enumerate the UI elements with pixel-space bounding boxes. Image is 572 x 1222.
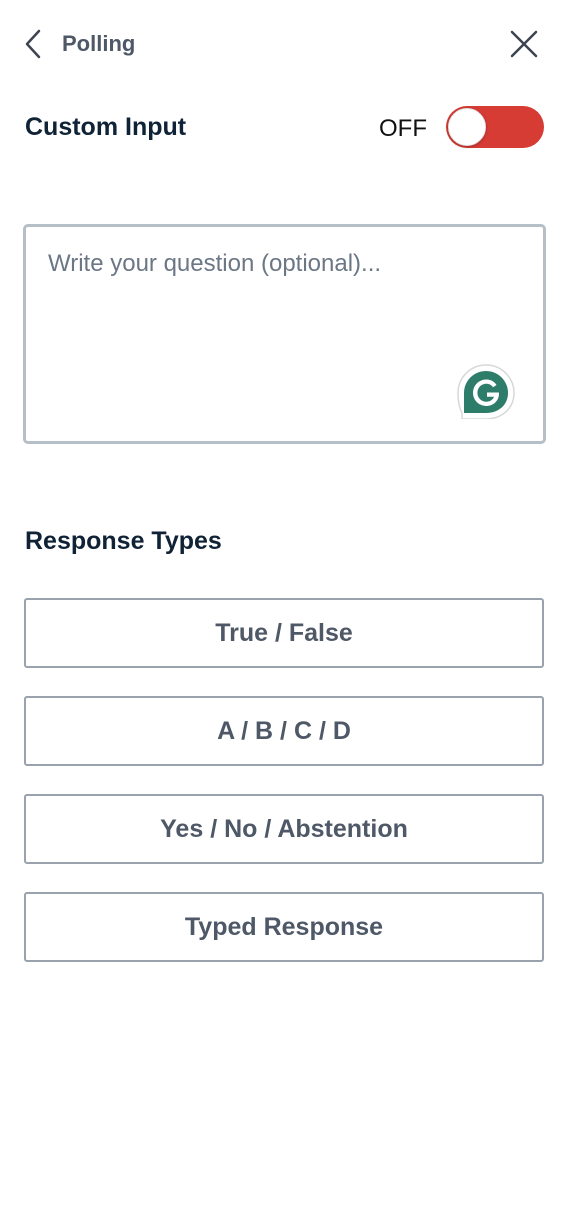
- response-option-abcd[interactable]: A / B / C / D: [24, 696, 544, 766]
- custom-input-toggle[interactable]: [446, 106, 544, 148]
- custom-input-label: Custom Input: [25, 113, 187, 141]
- panel-header: Polling: [0, 0, 572, 88]
- close-icon: [510, 30, 538, 58]
- question-field-container: [23, 224, 546, 444]
- close-button[interactable]: [506, 26, 542, 62]
- grammarly-button[interactable]: [456, 363, 516, 420]
- toggle-knob: [448, 108, 486, 146]
- page-title: Polling: [62, 31, 136, 56]
- toggle-state-text: OFF: [379, 115, 427, 142]
- grammarly-icon: [457, 364, 515, 420]
- chevron-left-icon: [25, 29, 41, 59]
- back-button[interactable]: [18, 26, 48, 62]
- response-types-title: Response Types: [25, 527, 222, 555]
- response-option-typed-response[interactable]: Typed Response: [24, 892, 544, 962]
- response-option-true-false[interactable]: True / False: [24, 598, 544, 668]
- response-option-yes-no-abstention[interactable]: Yes / No / Abstention: [24, 794, 544, 864]
